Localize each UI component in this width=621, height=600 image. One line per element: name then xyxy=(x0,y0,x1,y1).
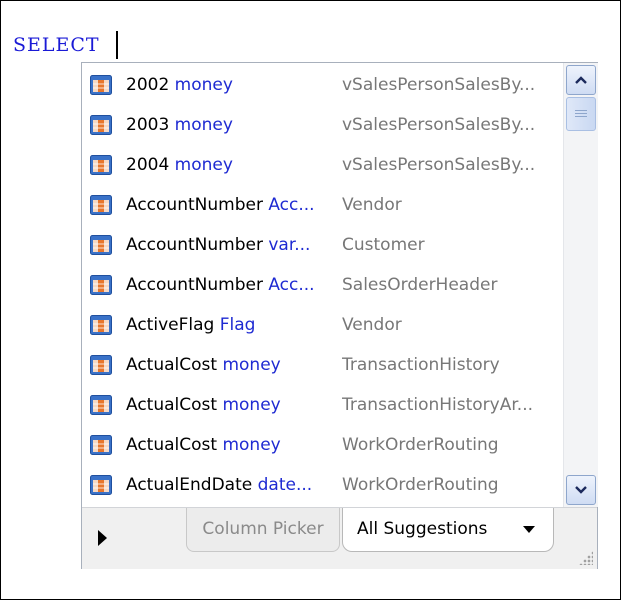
column-type: Flag xyxy=(219,315,256,335)
suggestion-item[interactable]: 2002 money vSalesPersonSalesBy... xyxy=(82,65,562,105)
column-name: 2004 xyxy=(126,155,170,175)
table-name: TransactionHistoryAr... xyxy=(342,395,534,415)
arrow-up-icon xyxy=(575,76,587,84)
column-type: Acc... xyxy=(268,195,315,215)
column-type: money xyxy=(222,395,281,415)
table-column-icon xyxy=(90,235,112,255)
column-name: ActualCost xyxy=(126,395,218,415)
column-type: date... xyxy=(257,475,313,495)
editor-line[interactable]: SELECT xyxy=(13,31,118,59)
column-type: money xyxy=(174,155,233,175)
column-name: ActualCost xyxy=(126,355,218,375)
vertical-scrollbar[interactable] xyxy=(563,63,598,507)
table-column-icon xyxy=(90,475,112,495)
suggestion-item[interactable]: 2003 money vSalesPersonSalesBy... xyxy=(82,105,562,145)
suggestion-column: 2004 money xyxy=(126,145,340,185)
table-name: vSalesPersonSalesBy... xyxy=(342,115,536,135)
suggestion-list: 2002 money vSalesPersonSalesBy... 2003 mon… xyxy=(82,63,562,507)
table-name: Vendor xyxy=(342,315,402,335)
editor-window: SELECT 2002 money vSalesPersonSalesBy... 2… xyxy=(0,0,621,600)
dropdown-arrow-icon[interactable] xyxy=(523,526,535,533)
suggestion-item[interactable]: ActualCost money TransactionHistory xyxy=(82,345,562,385)
resize-grip-icon[interactable] xyxy=(579,551,593,565)
suggestion-column: AccountNumber Acc... xyxy=(126,265,340,305)
column-name: ActualCost xyxy=(126,435,218,455)
column-type: money xyxy=(174,75,233,95)
table-column-icon xyxy=(90,75,112,95)
table-name: vSalesPersonSalesBy... xyxy=(342,75,536,95)
column-type: money xyxy=(222,355,281,375)
suggestion-column: ActualCost money xyxy=(126,425,340,465)
text-caret xyxy=(115,31,118,59)
tab-all-suggestions-label: All Suggestions xyxy=(357,519,488,539)
suggestion-popup: 2002 money vSalesPersonSalesBy... 2003 mon… xyxy=(81,62,598,569)
table-column-icon xyxy=(90,155,112,175)
tab-all-suggestions[interactable]: All Suggestions xyxy=(342,508,554,552)
table-name: vSalesPersonSalesBy... xyxy=(342,155,536,175)
scroll-up-button[interactable] xyxy=(566,65,596,95)
table-column-icon xyxy=(90,355,112,375)
suggestion-item[interactable]: ActualCost money WorkOrderRouting xyxy=(82,425,562,465)
column-name: ActualEndDate xyxy=(126,475,253,495)
scroll-thumb[interactable] xyxy=(566,97,596,131)
table-name: SalesOrderHeader xyxy=(342,275,498,295)
table-column-icon xyxy=(90,435,112,455)
table-name: WorkOrderRouting xyxy=(342,475,499,495)
column-type: Acc... xyxy=(268,275,315,295)
column-name: ActiveFlag xyxy=(126,315,215,335)
column-name: AccountNumber xyxy=(126,275,263,295)
column-type: money xyxy=(174,115,233,135)
column-name: 2003 xyxy=(126,115,170,135)
grip-icon xyxy=(575,109,587,119)
column-name: AccountNumber xyxy=(126,195,263,215)
table-column-icon xyxy=(90,115,112,135)
suggestion-item[interactable]: ActualCost money TransactionHistoryAr... xyxy=(82,385,562,425)
suggestion-column: 2003 money xyxy=(126,105,340,145)
play-icon[interactable] xyxy=(98,530,107,546)
suggestion-item[interactable]: ActualEndDate date... WorkOrderRouting xyxy=(82,465,562,505)
tab-column-picker[interactable]: Column Picker xyxy=(186,508,340,552)
suggestion-column: ActualEndDate date... xyxy=(126,465,340,505)
table-column-icon xyxy=(90,275,112,295)
table-column-icon xyxy=(90,395,112,415)
table-column-icon xyxy=(90,315,112,335)
arrow-down-icon xyxy=(575,486,587,494)
suggestion-column: ActualCost money xyxy=(126,385,340,425)
suggestion-item[interactable]: AccountNumber Acc... Vendor xyxy=(82,185,562,225)
table-name: Customer xyxy=(342,235,425,255)
suggestion-item[interactable]: AccountNumber Acc... SalesOrderHeader xyxy=(82,265,562,305)
table-column-icon xyxy=(90,195,112,215)
suggestion-item[interactable]: 2004 money vSalesPersonSalesBy... xyxy=(82,145,562,185)
suggestion-column: AccountNumber var... xyxy=(126,225,340,265)
suggestion-item[interactable]: AccountNumber var... Customer xyxy=(82,225,562,265)
table-name: Vendor xyxy=(342,195,402,215)
sql-keyword: SELECT xyxy=(13,34,100,56)
table-name: TransactionHistory xyxy=(342,355,500,375)
suggestion-column: ActiveFlag Flag xyxy=(126,305,340,345)
column-name: AccountNumber xyxy=(126,235,263,255)
scroll-down-button[interactable] xyxy=(566,475,596,505)
column-type: var... xyxy=(268,235,311,255)
table-name: WorkOrderRouting xyxy=(342,435,499,455)
suggestion-item[interactable]: ActiveFlag Flag Vendor xyxy=(82,305,562,345)
popup-footer: Column Picker All Suggestions xyxy=(82,507,597,569)
suggestion-column: 2002 money xyxy=(126,65,340,105)
column-name: 2002 xyxy=(126,75,170,95)
suggestion-column: AccountNumber Acc... xyxy=(126,185,340,225)
suggestion-column: ActualCost money xyxy=(126,345,340,385)
column-type: money xyxy=(222,435,281,455)
